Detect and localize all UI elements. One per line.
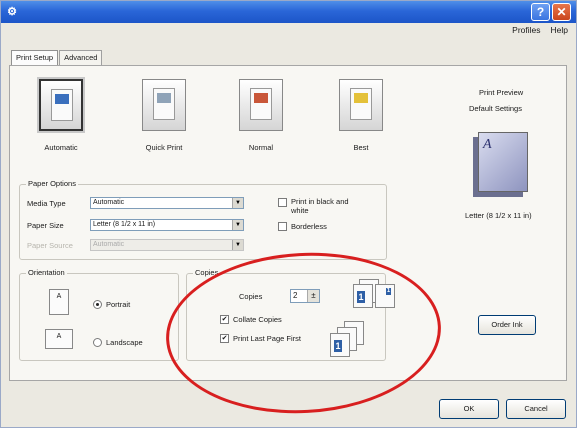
mode-automatic-label: Automatic	[44, 143, 78, 152]
normal-mode-icon	[239, 79, 283, 131]
black-white-checkbox[interactable]	[278, 198, 287, 207]
paper-source-label: Paper Source	[27, 241, 73, 250]
automatic-mode-icon	[39, 79, 83, 131]
mode-best-label: Best	[353, 143, 369, 152]
mode-best[interactable]: Best	[321, 79, 401, 152]
menu-help[interactable]: Help	[551, 25, 568, 39]
black-white-label: Print in black and white	[291, 197, 349, 215]
portrait-radio[interactable]	[93, 300, 102, 309]
preview-subtitle: Default Settings	[469, 104, 522, 113]
best-mode-icon	[339, 79, 383, 131]
paper-size-value: Letter (8 1/2 x 11 in)	[93, 221, 156, 228]
media-type-select[interactable]: Automatic ▼	[90, 197, 244, 209]
preview-size-label: Letter (8 1/2 x 11 in)	[465, 211, 532, 220]
landscape-radio[interactable]	[93, 338, 102, 347]
orientation-group: Orientation	[19, 268, 179, 361]
mode-automatic[interactable]: Automatic	[21, 79, 101, 152]
quick-print-mode-icon	[142, 79, 186, 131]
portrait-label: Portrait	[106, 300, 131, 309]
borderless-label: Borderless	[291, 222, 327, 231]
close-title-button[interactable]: ✕	[552, 3, 571, 21]
printer-app-icon: ⚙	[7, 6, 17, 18]
paper-size-label: Paper Size	[27, 221, 64, 230]
menu-profiles[interactable]: Profiles	[512, 25, 540, 39]
portrait-page-icon: A	[49, 289, 69, 315]
dropdown-arrow-icon: ▼	[232, 198, 243, 208]
tab-strip: Print Setup Advanced	[11, 50, 103, 67]
paper-source-value: Automatic	[93, 241, 125, 248]
landscape-page-icon: A	[45, 329, 73, 349]
order-ink-button[interactable]: Order Ink	[478, 315, 536, 335]
media-type-value: Automatic	[93, 199, 125, 206]
paper-size-select[interactable]: Letter (8 1/2 x 11 in) ▼	[90, 219, 244, 231]
paper-options-label: Paper Options	[26, 179, 78, 188]
title-bar[interactable]: ⚙ ? ✕	[1, 1, 576, 23]
borderless-checkbox[interactable]	[278, 222, 287, 231]
tab-advanced[interactable]: Advanced	[59, 50, 103, 65]
cancel-button[interactable]: Cancel	[506, 399, 566, 419]
dropdown-arrow-icon: ▼	[232, 240, 243, 250]
mode-normal-label: Normal	[248, 143, 274, 152]
print-dialog-window: ⚙ ? ✕ Profiles Help Print Setup Advanced…	[0, 0, 577, 428]
media-type-label: Media Type	[27, 199, 66, 208]
landscape-label: Landscape	[106, 338, 143, 347]
mode-quick-print-label: Quick Print	[145, 143, 183, 152]
dropdown-arrow-icon: ▼	[232, 220, 243, 230]
menu-bar: Profiles Help	[512, 25, 568, 39]
help-title-button[interactable]: ?	[531, 3, 550, 21]
paper-source-select: Automatic ▼	[90, 239, 244, 251]
preview-title: Print Preview	[479, 88, 524, 97]
mode-quick-print[interactable]: Quick Print	[124, 79, 204, 152]
preview-page-icon: A	[478, 132, 528, 192]
preview-page-letter: A	[483, 137, 492, 152]
ok-button[interactable]: OK	[439, 399, 499, 419]
orientation-label: Orientation	[26, 268, 67, 277]
mode-normal[interactable]: Normal	[221, 79, 301, 152]
